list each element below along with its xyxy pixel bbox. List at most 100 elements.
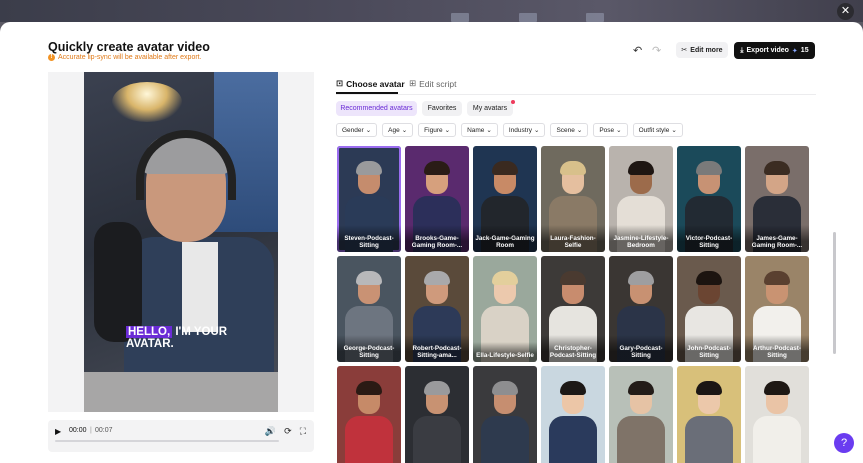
speed-icon[interactable]: ⟳: [284, 426, 292, 437]
avatar-video-modal: Quickly create avatar video ! Accurate l…: [0, 22, 863, 463]
filter-label: Gender: [342, 126, 364, 134]
avatar-hair: [424, 161, 450, 175]
avatar-hair: [628, 161, 654, 175]
tab-label: Edit script: [419, 78, 457, 89]
filter-figure[interactable]: Figure ⌄: [418, 123, 457, 137]
backdrop: [0, 0, 863, 22]
scrollbar[interactable]: [833, 232, 836, 354]
filter-age[interactable]: Age ⌄: [382, 123, 414, 137]
time-separator: |: [90, 427, 92, 434]
avatar-grid: Steven-Podcast-Sitting Brooks-Game-Gaming…: [337, 146, 811, 463]
avatar-torso: [481, 416, 529, 463]
avatar-card[interactable]: Steven-Podcast-Sitting: [337, 146, 401, 252]
script-icon: ⊞: [409, 78, 417, 88]
avatar-label: Jasmine-Lifestyle-Bedroom: [609, 225, 673, 252]
scissors-icon: ✂: [681, 47, 688, 54]
avatar-label: Jack-Game-Gaming Room: [473, 225, 537, 252]
avatar-card[interactable]: Jack-Game-Gaming Room: [473, 146, 537, 252]
avatar-card[interactable]: Brooks-Game-Gaming Room-...: [405, 146, 469, 252]
export-credits: 15: [800, 47, 809, 54]
avatar-hair: [696, 161, 722, 175]
warning-icon: !: [48, 54, 55, 61]
chevron-down-icon: ⌄: [401, 127, 408, 134]
avatar-card[interactable]: [677, 366, 741, 463]
avatar-card[interactable]: Christopher-Podcast-Sitting: [541, 256, 605, 362]
avatar-torso: [549, 416, 597, 463]
tab-edit-script[interactable]: ⊞ Edit script: [409, 78, 456, 89]
avatar-label: Christopher-Podcast-Sitting: [541, 335, 605, 362]
avatar-label: James-Game-Gaming Room-...: [745, 225, 809, 252]
current-time: 00:00: [69, 427, 87, 434]
avatar-card[interactable]: Gary-Podcast-Sitting: [609, 256, 673, 362]
avatar-hair: [764, 161, 790, 175]
close-icon[interactable]: ✕: [837, 3, 854, 20]
avatar-label: Brooks-Game-Gaming Room-...: [405, 225, 469, 252]
volume-icon[interactable]: 🔊: [265, 426, 276, 437]
notification-dot: [511, 100, 515, 104]
avatar-hair: [764, 381, 790, 395]
filter-outfit-style[interactable]: Outfit style ⌄: [632, 123, 683, 137]
chevron-down-icon: ⌄: [365, 127, 372, 134]
filter-gender[interactable]: Gender ⌄: [336, 123, 378, 137]
help-button[interactable]: ?: [834, 433, 854, 453]
tab-label: Choose avatar: [346, 78, 405, 89]
export-video-button[interactable]: ⤓ Export video ✦ 15: [734, 42, 815, 59]
avatar-hair: [424, 381, 450, 395]
duration: 00:07: [95, 427, 113, 434]
avatar-hair: [492, 161, 518, 175]
segment-my-avatars[interactable]: My avatars: [467, 101, 513, 116]
avatar-hair: [560, 271, 586, 285]
avatar-card[interactable]: James-Game-Gaming Room-...: [745, 146, 809, 252]
filter-scene[interactable]: Scene ⌄: [550, 123, 589, 137]
avatar-card[interactable]: [609, 366, 673, 463]
filter-pose[interactable]: Pose ⌄: [593, 123, 628, 137]
avatar-card[interactable]: [745, 366, 809, 463]
avatar-card[interactable]: Laura-Fashion-Selfie: [541, 146, 605, 252]
backdrop-thumbnail: [451, 13, 469, 22]
avatar-torso: [413, 416, 461, 463]
avatar-card[interactable]: Victor-Podcast-Sitting: [677, 146, 741, 252]
avatar-hair: [424, 271, 450, 285]
avatar-card[interactable]: Ella-Lifestyle-Selfie: [473, 256, 537, 362]
avatar-torso: [753, 416, 801, 463]
edit-more-button[interactable]: ✂ Edit more: [676, 42, 728, 58]
caption-line1: I'M YOUR: [172, 326, 228, 338]
avatar-label: Victor-Podcast-Sitting: [677, 225, 741, 252]
progress-bar[interactable]: [55, 440, 279, 442]
avatar-card[interactable]: George-Podcast-Sitting: [337, 256, 401, 362]
segment-favorites[interactable]: Favorites: [422, 101, 462, 116]
avatar-card[interactable]: [541, 366, 605, 463]
filter-name[interactable]: Name ⌄: [461, 123, 498, 137]
avatar-card[interactable]: Jasmine-Lifestyle-Bedroom: [609, 146, 673, 252]
play-icon[interactable]: ▶: [55, 427, 61, 436]
caption-line2: AVATAR.: [126, 338, 174, 350]
edit-more-label: Edit more: [690, 46, 723, 54]
filter-label: Industry: [508, 126, 532, 134]
backdrop-thumbnail: [586, 13, 604, 22]
avatar-card[interactable]: Arthur-Podcast-Sitting: [745, 256, 809, 362]
avatar-card[interactable]: Robert-Podcast-Sitting-ama...: [405, 256, 469, 362]
fullscreen-icon[interactable]: ⛶: [300, 426, 306, 437]
segment-recommended[interactable]: Recommended avatars: [336, 101, 417, 116]
avatar-hair: [492, 271, 518, 285]
player-controls: 🔊 ⟳ ⛶: [265, 426, 306, 437]
lip-sync-warning: ! Accurate lip-sync will be available af…: [48, 54, 202, 61]
video-player: ▶ 00:00 | 00:07 🔊 ⟳ ⛶: [48, 420, 314, 452]
avatar-card[interactable]: [337, 366, 401, 463]
avatar-torso: [685, 416, 733, 463]
avatar-card[interactable]: John-Podcast-Sitting: [677, 256, 741, 362]
avatar-hair: [696, 381, 722, 395]
filter-industry[interactable]: Industry ⌄: [502, 123, 546, 137]
undo-icon[interactable]: ↶: [633, 44, 642, 57]
avatar-label: Robert-Podcast-Sitting-ama...: [405, 335, 469, 362]
redo-icon[interactable]: ↷: [652, 44, 661, 57]
microphone-icon: [94, 222, 142, 342]
avatar-card[interactable]: [405, 366, 469, 463]
avatar-hair: [356, 381, 382, 395]
tab-choose-avatar[interactable]: ⊡ Choose avatar: [336, 78, 405, 89]
avatar-preview: HELLO, I'M YOUR AVATAR.: [84, 72, 278, 412]
warning-text: Accurate lip-sync will be available afte…: [58, 54, 202, 61]
chevron-down-icon: ⌄: [671, 127, 677, 134]
filter-label: Pose: [599, 126, 615, 134]
avatar-card[interactable]: [473, 366, 537, 463]
